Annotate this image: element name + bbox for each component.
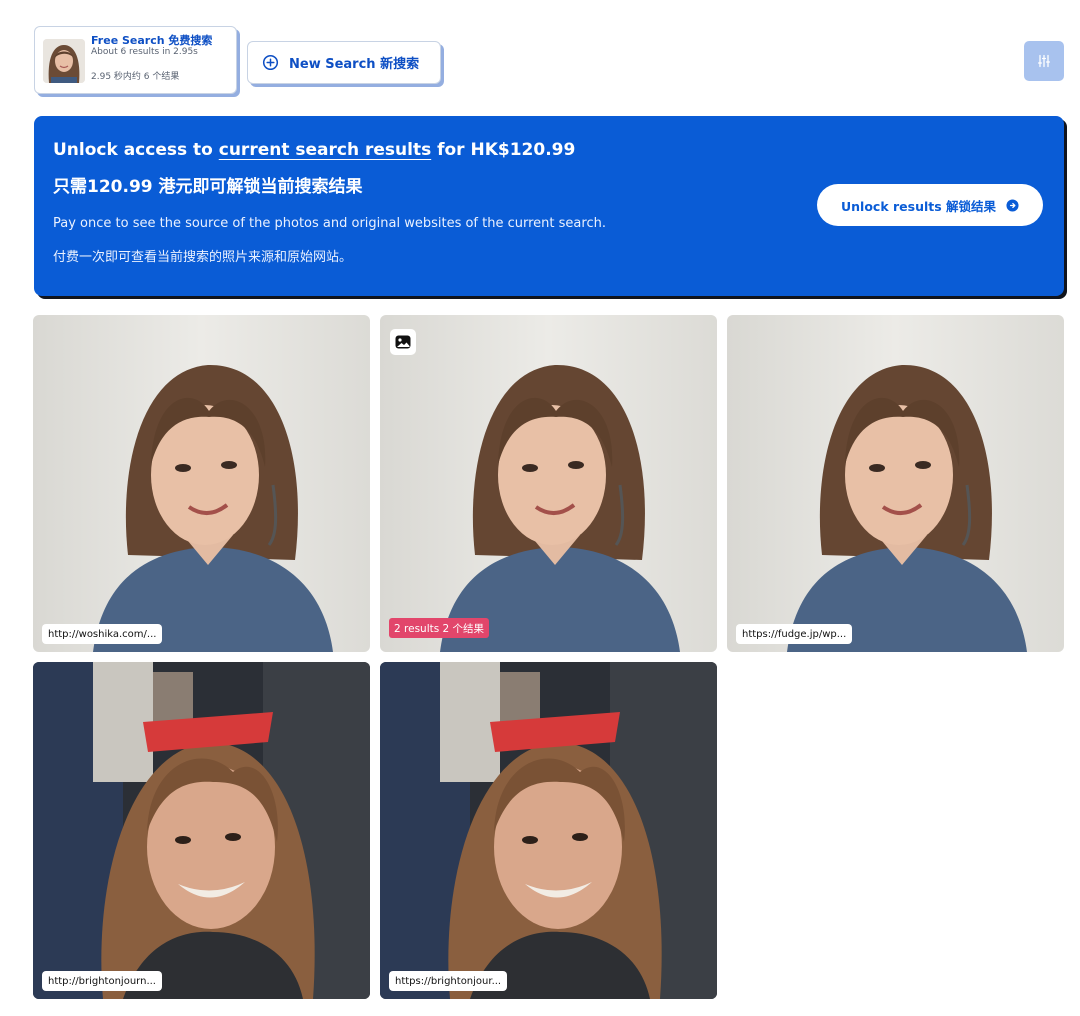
search-summary-card[interactable]: Free Search 免费搜索 About 6 results in 2.95… xyxy=(34,26,237,94)
arrow-circle-right-icon xyxy=(1006,198,1019,212)
results-stats-zh: 2.95 秒内约 6 个结果 xyxy=(91,72,180,82)
plus-circle-icon xyxy=(262,54,279,71)
current-results-link[interactable]: current search results xyxy=(219,140,431,160)
result-photo xyxy=(33,662,370,999)
result-count-badge: 2 results 2 个结果 xyxy=(389,618,490,638)
banner-description: Pay once to see the source of the photos… xyxy=(53,216,606,231)
source-url-chip: http://brightonjourn... xyxy=(42,971,162,991)
query-thumbnail xyxy=(43,39,85,83)
unlock-banner: Unlock access to current search results … xyxy=(34,116,1064,296)
source-url-chip: https://brightonjour... xyxy=(389,971,508,991)
search-type-title: Free Search 免费搜索 xyxy=(91,34,213,47)
result-tile[interactable]: https://fudge.jp/wp... xyxy=(727,315,1064,652)
source-url-chip: http://woshika.com/... xyxy=(42,624,163,644)
banner-headline: Unlock access to current search results … xyxy=(53,140,576,160)
results-stats-en: About 6 results in 2.95s xyxy=(91,47,198,57)
result-photo xyxy=(380,315,717,652)
result-tile[interactable]: 2 results 2 个结果 xyxy=(380,315,717,652)
result-tile[interactable]: http://brightonjourn... xyxy=(33,662,370,999)
unlock-results-label: Unlock results 解锁结果 xyxy=(840,198,997,214)
banner-description-zh: 付费一次即可查看当前搜索的照片来源和原始网站。 xyxy=(53,250,353,265)
sliders-icon xyxy=(1037,54,1051,68)
new-search-button[interactable]: New Search 新搜索 xyxy=(247,41,441,84)
result-photo xyxy=(727,315,1064,652)
result-tile[interactable]: http://woshika.com/... xyxy=(33,315,370,652)
new-search-label: New Search 新搜索 xyxy=(289,57,420,72)
result-photo xyxy=(33,315,370,652)
result-photo xyxy=(380,662,717,999)
source-url-chip: https://fudge.jp/wp... xyxy=(736,624,853,644)
filter-button[interactable] xyxy=(1024,41,1064,81)
banner-headline-zh: 只需120.99 港元即可解锁当前搜索结果 xyxy=(53,177,363,197)
result-tile[interactable]: https://brightonjour... xyxy=(380,662,717,999)
unlock-results-button[interactable]: Unlock results 解锁结果 xyxy=(817,184,1043,226)
image-gallery-icon xyxy=(390,329,416,355)
